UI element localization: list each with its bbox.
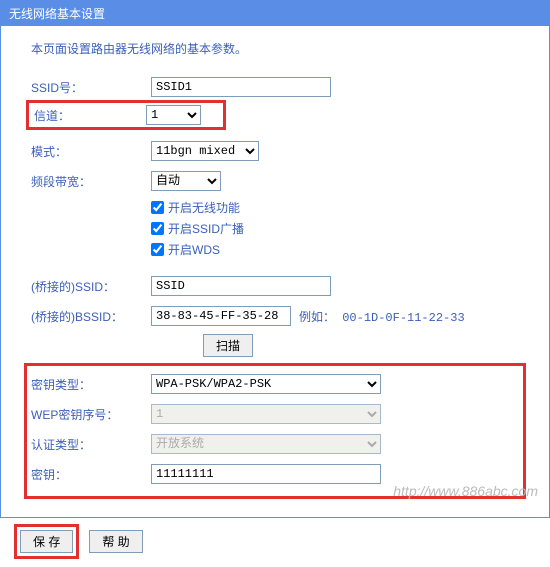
row-enable-ssid-broadcast: 开启SSID广播 bbox=[151, 220, 519, 237]
settings-window: 无线网络基本设置 本页面设置路由器无线网络的基本参数。 SSID号： 信道： 1… bbox=[0, 0, 550, 518]
select-key-type[interactable]: WPA-PSK/WPA2-PSK bbox=[151, 374, 381, 394]
intro-text: 本页面设置路由器无线网络的基本参数。 bbox=[31, 40, 519, 57]
checkbox-enable-wireless[interactable] bbox=[151, 201, 164, 214]
select-wep-index: 1 bbox=[151, 404, 381, 424]
select-channel[interactable]: 1 bbox=[146, 105, 201, 125]
label-enable-ssid-broadcast: 开启SSID广播 bbox=[168, 220, 244, 237]
label-mode: 模式： bbox=[31, 143, 151, 160]
row-auth-type: 认证类型： 开放系统 bbox=[31, 432, 519, 456]
label-enable-wireless: 开启无线功能 bbox=[168, 199, 240, 216]
input-bridge-bssid[interactable] bbox=[151, 306, 291, 326]
window-titlebar: 无线网络基本设置 bbox=[1, 1, 549, 26]
label-key: 密钥： bbox=[31, 466, 151, 483]
label-bridge-ssid: (桥接的)SSID： bbox=[31, 278, 151, 295]
label-auth-type: 认证类型： bbox=[31, 436, 151, 453]
row-bandwidth: 频段带宽： 自动 bbox=[31, 169, 519, 193]
input-ssid[interactable] bbox=[151, 77, 331, 97]
help-button[interactable]: 帮 助 bbox=[89, 530, 142, 553]
label-bandwidth: 频段带宽： bbox=[31, 173, 151, 190]
checkbox-enable-ssid-broadcast[interactable] bbox=[151, 222, 164, 235]
row-key: 密钥： bbox=[31, 462, 519, 486]
label-enable-wds: 开启WDS bbox=[168, 241, 220, 258]
input-bridge-ssid[interactable] bbox=[151, 276, 331, 296]
window-title: 无线网络基本设置 bbox=[9, 7, 105, 21]
input-key[interactable] bbox=[151, 464, 381, 484]
label-wep-index: WEP密钥序号： bbox=[31, 406, 151, 423]
row-enable-wds: 开启WDS bbox=[151, 241, 519, 258]
button-bar: 保 存 帮 助 bbox=[0, 518, 550, 567]
row-bridge-bssid: (桥接的)BSSID： 例如： 00-1D-0F-11-22-33 bbox=[31, 304, 519, 328]
save-button[interactable]: 保 存 bbox=[20, 530, 73, 553]
select-auth-type: 开放系统 bbox=[151, 434, 381, 454]
label-channel: 信道： bbox=[31, 107, 146, 124]
row-ssid: SSID号： bbox=[31, 75, 519, 99]
label-bridge-bssid: (桥接的)BSSID： bbox=[31, 308, 151, 325]
label-ssid: SSID号： bbox=[31, 79, 151, 96]
row-enable-wireless: 开启无线功能 bbox=[151, 199, 519, 216]
row-mode: 模式： 11bgn mixed bbox=[31, 139, 519, 163]
example-label: 例如： 00-1D-0F-11-22-33 bbox=[299, 308, 465, 325]
label-key-type: 密钥类型： bbox=[31, 376, 151, 393]
row-scan: 扫描 bbox=[203, 334, 519, 357]
scan-button[interactable]: 扫描 bbox=[203, 334, 253, 357]
checkbox-enable-wds[interactable] bbox=[151, 243, 164, 256]
form-content: 本页面设置路由器无线网络的基本参数。 SSID号： 信道： 1 模式： 11bg… bbox=[1, 26, 549, 517]
select-mode[interactable]: 11bgn mixed bbox=[151, 141, 259, 161]
save-button-frame: 保 存 bbox=[14, 524, 79, 559]
row-wep-index: WEP密钥序号： 1 bbox=[31, 402, 519, 426]
row-key-type: 密钥类型： WPA-PSK/WPA2-PSK bbox=[31, 372, 519, 396]
select-bandwidth[interactable]: 自动 bbox=[151, 171, 221, 191]
row-bridge-ssid: (桥接的)SSID： bbox=[31, 274, 519, 298]
security-block: 密钥类型： WPA-PSK/WPA2-PSK WEP密钥序号： 1 认证类型： bbox=[24, 363, 526, 499]
row-channel: 信道： 1 bbox=[31, 105, 519, 133]
